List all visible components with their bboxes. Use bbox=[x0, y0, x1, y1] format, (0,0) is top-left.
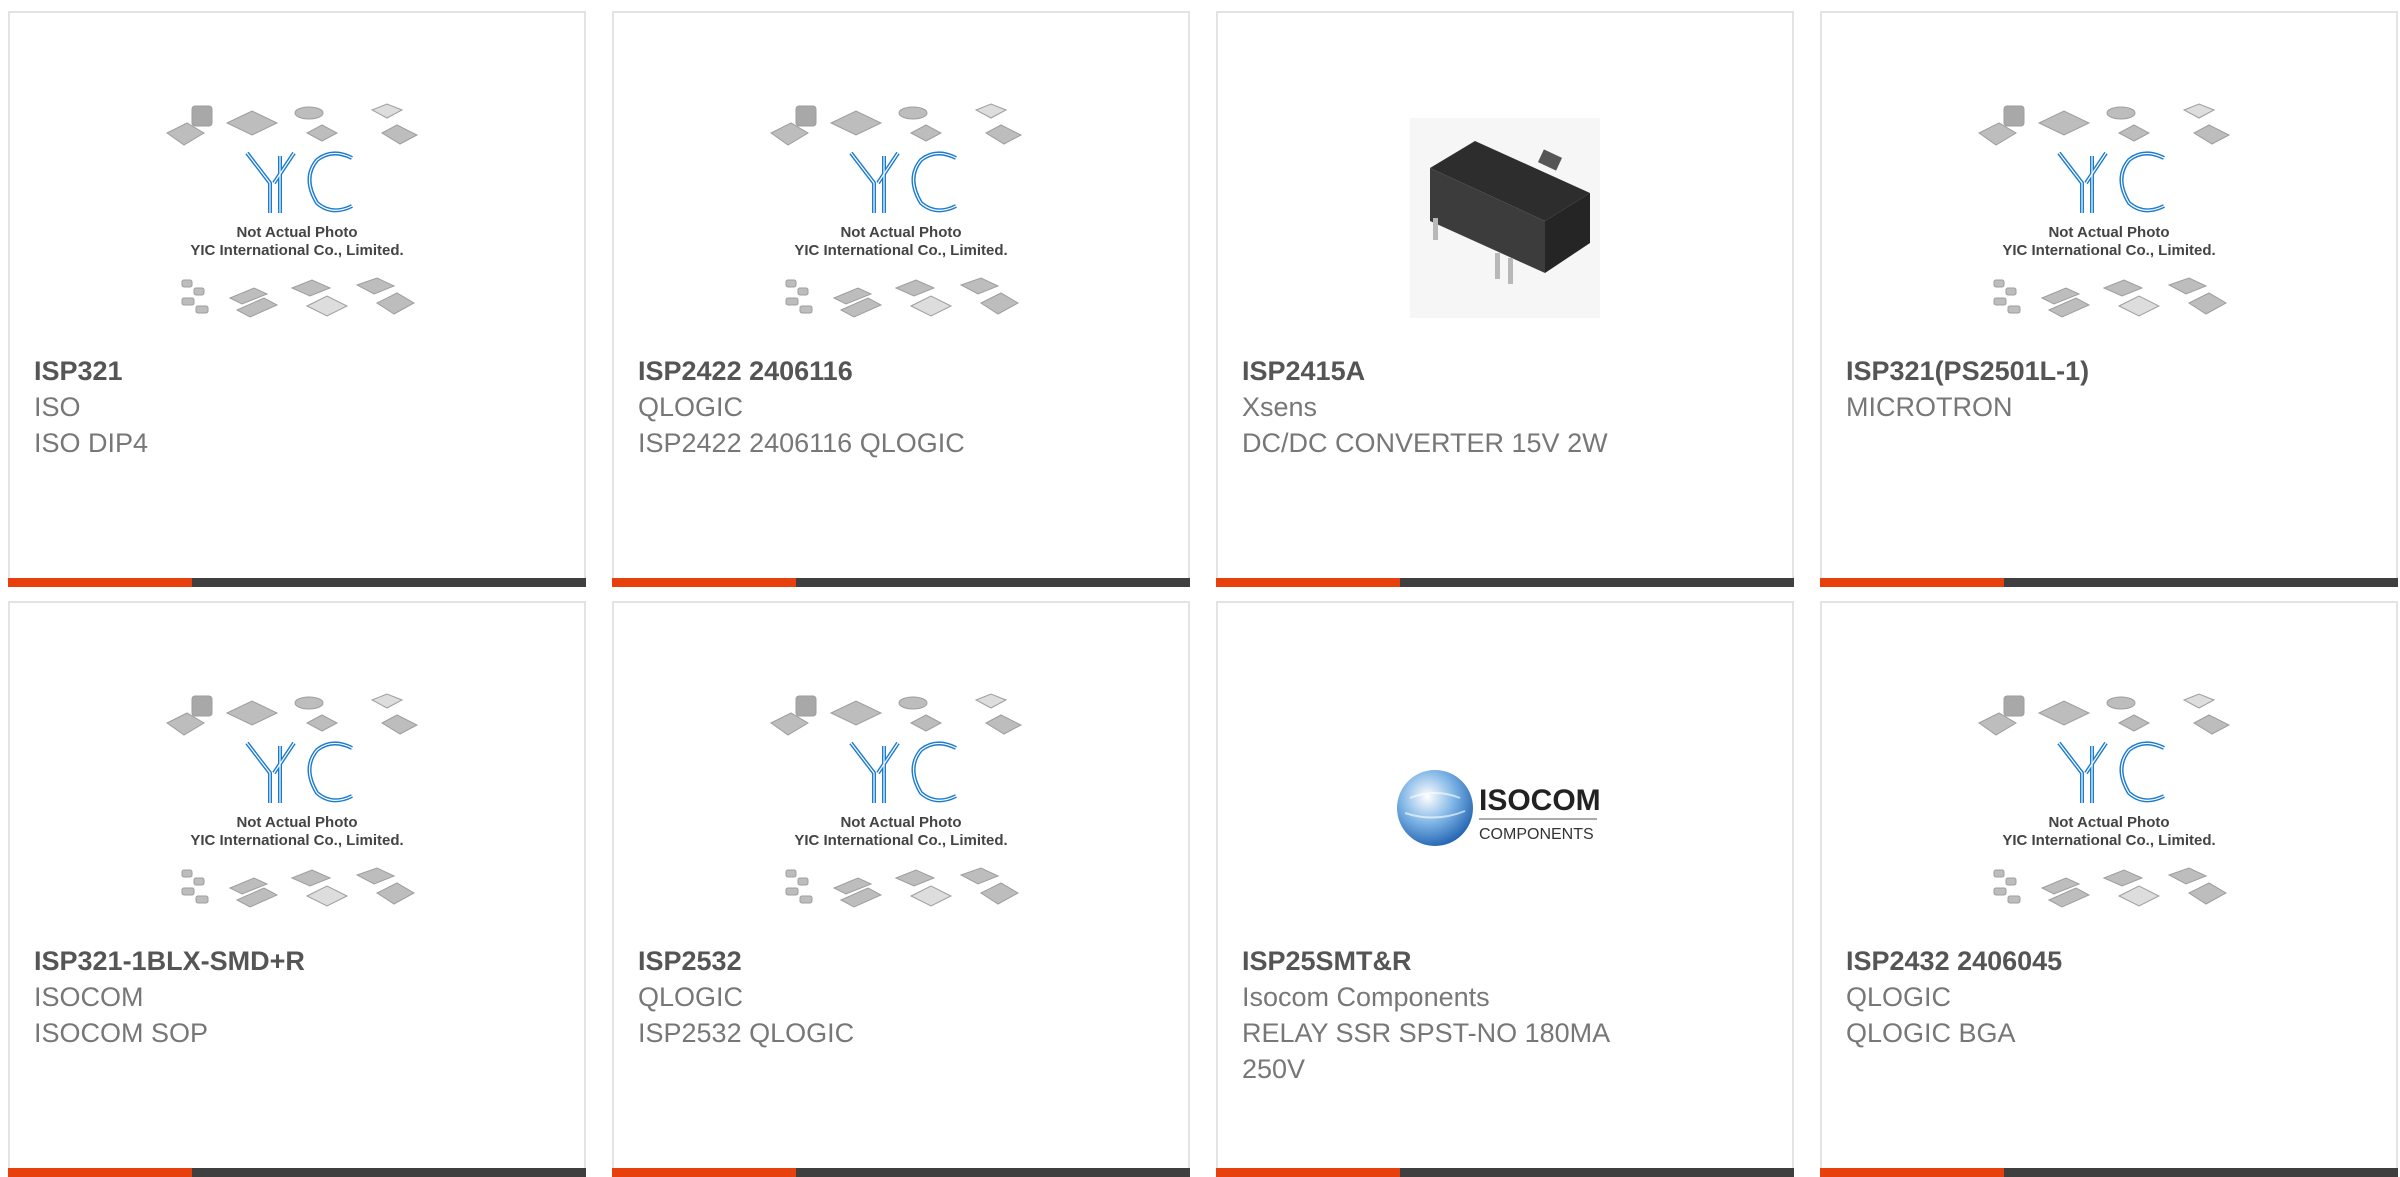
product-manufacturer: Isocom Components bbox=[1242, 982, 1490, 1012]
product-image[interactable]: Not Actual Photo YIC International Co., … bbox=[10, 83, 584, 353]
product-image-placeholder: Not Actual Photo YIC International Co., … bbox=[1978, 103, 2231, 318]
product-title[interactable]: ISP2532 bbox=[638, 943, 1164, 979]
product-title[interactable]: ISP2422 2406116 bbox=[638, 353, 1164, 389]
product-image[interactable] bbox=[1218, 83, 1792, 353]
card-accent-strip bbox=[612, 578, 796, 587]
placeholder-line1: Not Actual Photo bbox=[840, 224, 961, 241]
product-manufacturer: MICROTRON bbox=[1846, 392, 2013, 422]
card-accent-strip bbox=[8, 1168, 192, 1177]
card-bottom-bar bbox=[612, 578, 1190, 587]
placeholder-line2: YIC International Co., Limited. bbox=[2002, 832, 2215, 849]
logo-text: ISOCOM bbox=[1479, 784, 1601, 817]
product-grid: Not Actual Photo YIC International Co., … bbox=[0, 0, 2400, 1177]
product-info: ISP321(PS2501L-1) MICROTRON bbox=[1846, 353, 2372, 425]
placeholder-line2: YIC International Co., Limited. bbox=[2002, 242, 2215, 259]
product-manufacturer: QLOGIC bbox=[638, 982, 744, 1012]
product-image-placeholder: Not Actual Photo YIC International Co., … bbox=[770, 693, 1023, 908]
card-accent-strip bbox=[1216, 578, 1400, 587]
card-bottom-bar bbox=[8, 578, 586, 587]
placeholder-line1: Not Actual Photo bbox=[236, 814, 357, 831]
product-description: QLOGIC BGA bbox=[1846, 1018, 2016, 1048]
product-info: ISP321 ISO ISO DIP4 bbox=[34, 353, 560, 461]
product-info: ISP2422 2406116 QLOGIC ISP2422 2406116 QLO… bbox=[638, 353, 1164, 461]
placeholder-line1: Not Actual Photo bbox=[2048, 224, 2169, 241]
product-card[interactable]: Not Actual Photo YIC International Co., … bbox=[8, 11, 586, 587]
product-title[interactable]: ISP2432 2406045 bbox=[1846, 943, 2372, 979]
product-title[interactable]: ISP321(PS2501L-1) bbox=[1846, 353, 2372, 389]
product-card[interactable]: Not Actual Photo YIC International Co., … bbox=[612, 11, 1190, 587]
card-accent-strip bbox=[612, 1168, 796, 1177]
card-accent-strip bbox=[1216, 1168, 1400, 1177]
product-photo bbox=[1410, 118, 1600, 318]
product-image[interactable]: Not Actual Photo YIC International Co., … bbox=[1822, 83, 2396, 353]
card-bottom-bar bbox=[612, 1168, 1190, 1177]
placeholder-line2: YIC International Co., Limited. bbox=[190, 832, 403, 849]
placeholder-line1: Not Actual Photo bbox=[840, 814, 961, 831]
product-manufacturer: QLOGIC bbox=[638, 392, 744, 422]
card-accent-strip bbox=[1820, 578, 2004, 587]
product-manufacturer: QLOGIC bbox=[1846, 982, 1952, 1012]
product-info: ISP321-1BLX-SMD+R ISOCOM ISOCOM SOP bbox=[34, 943, 560, 1051]
product-image-placeholder: Not Actual Photo YIC International Co., … bbox=[166, 103, 419, 318]
card-bottom-bar bbox=[1216, 578, 1794, 587]
card-accent-strip bbox=[8, 578, 192, 587]
product-image-placeholder: Not Actual Photo YIC International Co., … bbox=[770, 103, 1023, 318]
product-description: ISO DIP4 bbox=[34, 428, 149, 458]
product-image[interactable]: Not Actual Photo YIC International Co., … bbox=[614, 673, 1188, 943]
product-title[interactable]: ISP25SMT&R bbox=[1242, 943, 1768, 979]
product-card[interactable]: Not Actual Photo YIC International Co., … bbox=[1820, 11, 2398, 587]
product-description: DC/DC CONVERTER 15V 2W bbox=[1242, 428, 1608, 458]
logo-subtext: COMPONENTS bbox=[1479, 826, 1594, 843]
placeholder-line2: YIC International Co., Limited. bbox=[190, 242, 403, 259]
product-image[interactable]: Not Actual Photo YIC International Co., … bbox=[1822, 673, 2396, 943]
product-description: ISP2532 QLOGIC bbox=[638, 1018, 855, 1048]
product-manufacturer: Xsens bbox=[1242, 392, 1318, 422]
placeholder-line1: Not Actual Photo bbox=[2048, 814, 2169, 831]
product-manufacturer: ISO bbox=[34, 392, 81, 422]
product-description: ISP2422 2406116 QLOGIC bbox=[638, 428, 965, 458]
product-image-placeholder: Not Actual Photo YIC International Co., … bbox=[1978, 693, 2231, 908]
card-bottom-bar bbox=[1820, 1168, 2398, 1177]
product-card[interactable]: Not Actual Photo YIC International Co., … bbox=[8, 601, 586, 1177]
product-description: RELAY SSR SPST-NO 180MA 250V bbox=[1242, 1018, 1609, 1084]
product-info: ISP2432 2406045 QLOGIC QLOGIC BGA bbox=[1846, 943, 2372, 1051]
product-description: ISOCOM SOP bbox=[34, 1018, 209, 1048]
product-image[interactable]: Not Actual Photo YIC International Co., … bbox=[10, 673, 584, 943]
card-bottom-bar bbox=[8, 1168, 586, 1177]
product-image[interactable]: Not Actual Photo YIC International Co., … bbox=[614, 83, 1188, 353]
product-title[interactable]: ISP321-1BLX-SMD+R bbox=[34, 943, 560, 979]
manufacturer-logo: ISOCOM COMPONENTS bbox=[1397, 770, 1601, 846]
placeholder-line2: YIC International Co., Limited. bbox=[794, 242, 1007, 259]
placeholder-line1: Not Actual Photo bbox=[236, 224, 357, 241]
product-info: ISP2532 QLOGIC ISP2532 QLOGIC bbox=[638, 943, 1164, 1051]
product-manufacturer: ISOCOM bbox=[34, 982, 144, 1012]
card-accent-strip bbox=[1820, 1168, 2004, 1177]
product-image-placeholder: Not Actual Photo YIC International Co., … bbox=[166, 693, 419, 908]
product-card[interactable]: ISP2415A Xsens DC/DC CONVERTER 15V 2W bbox=[1216, 11, 1794, 587]
product-info: ISP2415A Xsens DC/DC CONVERTER 15V 2W bbox=[1242, 353, 1768, 461]
product-card[interactable]: Not Actual Photo YIC International Co., … bbox=[1820, 601, 2398, 1177]
card-bottom-bar bbox=[1820, 578, 2398, 587]
product-title[interactable]: ISP2415A bbox=[1242, 353, 1768, 389]
product-title[interactable]: ISP321 bbox=[34, 353, 560, 389]
placeholder-line2: YIC International Co., Limited. bbox=[794, 832, 1007, 849]
product-image[interactable]: ISOCOM COMPONENTS bbox=[1218, 673, 1792, 943]
card-bottom-bar bbox=[1216, 1168, 1794, 1177]
product-card[interactable]: Not Actual Photo YIC International Co., … bbox=[612, 601, 1190, 1177]
product-card[interactable]: ISOCOM COMPONENTS ISP25SMT&R Isocom Compo… bbox=[1216, 601, 1794, 1177]
product-info: ISP25SMT&R Isocom Components RELAY SSR SPS… bbox=[1242, 943, 1768, 1087]
